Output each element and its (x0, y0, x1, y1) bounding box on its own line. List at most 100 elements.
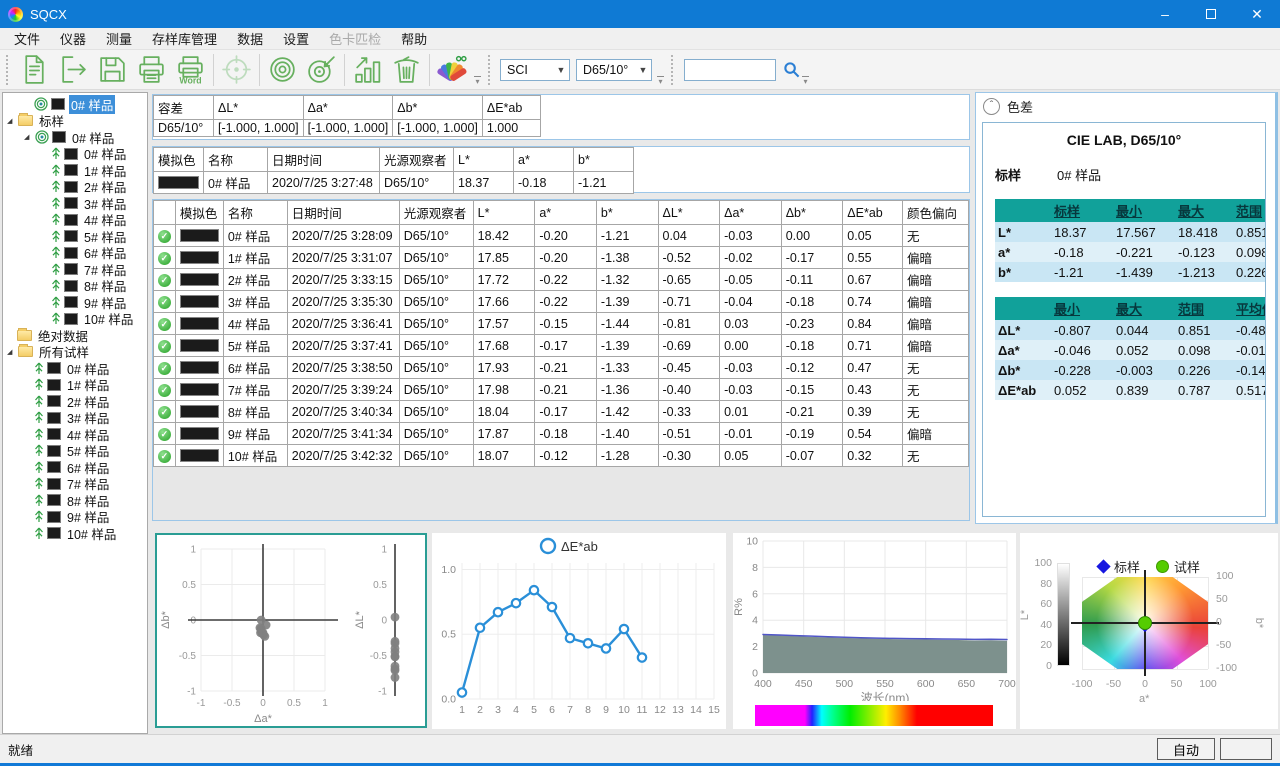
tree-item[interactable]: 8# 样品 (3, 278, 147, 295)
menu-item[interactable]: 帮助 (391, 27, 437, 50)
svg-text:Δb*: Δb* (160, 610, 172, 628)
toolbar: Word ▾ SCI▼ D65/10°▼ ▾ ▾ (0, 50, 1280, 90)
tree-item[interactable]: 0# 样品 (3, 360, 147, 377)
maximize-button[interactable] (1188, 0, 1234, 28)
table-row[interactable]: 0# 样品2020/7/25 3:27:48D65/10°18.37-0.18-… (154, 172, 634, 194)
tree-item[interactable]: 10# 样品 (3, 311, 147, 328)
measure-sample-button[interactable] (302, 51, 341, 88)
measure-standard-button[interactable] (263, 51, 302, 88)
expander-icon[interactable]: ◢ (7, 348, 18, 356)
table-row[interactable]: ✓8# 样品2020/7/25 3:40:34D65/10°18.04-0.17… (154, 401, 969, 423)
table-row[interactable]: D65/10°[-1.000, 1.000][-1.000, 1.000][-1… (154, 120, 541, 137)
tree-item[interactable]: 9# 样品 (3, 294, 147, 311)
table-row[interactable]: ✓10# 样品2020/7/25 3:42:32D65/10°18.07-0.1… (154, 445, 969, 467)
search-icon[interactable] (783, 61, 800, 78)
table-row[interactable]: ✓3# 样品2020/7/25 3:35:30D65/10°17.66-0.22… (154, 291, 969, 313)
table-row[interactable]: ✓6# 样品2020/7/25 3:38:50D65/10°17.93-0.21… (154, 357, 969, 379)
sample-arrow-icon (34, 362, 44, 375)
cell: -0.17 (535, 401, 597, 423)
tree-item[interactable]: 1# 样品 (3, 162, 147, 179)
color-card-match-button[interactable] (433, 51, 472, 88)
table-row[interactable]: ✓4# 样品2020/7/25 3:36:41D65/10°17.57-0.15… (154, 313, 969, 335)
tree-item[interactable]: 5# 样品 (3, 443, 147, 460)
column-header: Δb* (781, 201, 843, 225)
toolbar-separator (213, 54, 214, 86)
toolbar-grip[interactable] (6, 55, 11, 85)
toolbar-overflow-button[interactable]: ▾ (802, 76, 809, 86)
tree-item[interactable]: 7# 样品 (3, 261, 147, 278)
tree-item[interactable]: ◢所有试样 (3, 344, 147, 361)
tree-item[interactable]: 7# 样品 (3, 476, 147, 493)
tree-item[interactable]: 10# 样品 (3, 525, 147, 542)
standard-panel: 模拟色名称日期时间光源观察者L*a*b*0# 样品2020/7/25 3:27:… (152, 146, 970, 193)
table-row[interactable]: ✓1# 样品2020/7/25 3:31:07D65/10°17.85-0.20… (154, 247, 969, 269)
cell: ✓ (154, 335, 176, 357)
menu-item[interactable]: 存样库管理 (142, 27, 227, 50)
column-header: b* (596, 201, 658, 225)
cell: 18.07 (473, 445, 535, 467)
tree-item[interactable]: 9# 样品 (3, 509, 147, 526)
data-chart-button[interactable] (348, 51, 387, 88)
toolbar-overflow-button[interactable]: ▾ (657, 76, 664, 86)
menu-item[interactable]: 色卡匹检 (319, 27, 391, 50)
tree-item[interactable]: 0# 样品 (3, 96, 147, 113)
toolbar-grip[interactable] (488, 55, 493, 85)
print-word-icon: Word (174, 53, 207, 86)
expander-icon[interactable]: ◢ (24, 133, 35, 141)
table-row: b*-1.21-1.439-1.2130.226 (995, 262, 1266, 282)
collapse-panel-button[interactable]: ˆ (983, 98, 1000, 115)
export-button[interactable] (54, 51, 93, 88)
color-swatch (64, 148, 78, 160)
tree-item[interactable]: ◢标样 (3, 113, 147, 130)
tree-item[interactable]: 2# 样品 (3, 393, 147, 410)
illuminant-observer-select[interactable]: D65/10°▼ (576, 59, 652, 81)
cell: D65/10° (399, 357, 473, 379)
tree-item[interactable]: 3# 样品 (3, 195, 147, 212)
menu-bar: 文件仪器测量存样库管理数据设置色卡匹检帮助 (0, 28, 1280, 50)
save-button[interactable] (93, 51, 132, 88)
print-button[interactable] (132, 51, 171, 88)
tree-item[interactable]: 6# 样品 (3, 245, 147, 262)
tree-item[interactable]: ◢0# 样品 (3, 129, 147, 146)
standard-target-icon (34, 97, 48, 111)
axis-tick: -100 (1068, 678, 1096, 690)
tree-item[interactable]: 4# 样品 (3, 212, 147, 229)
menu-item[interactable]: 数据 (227, 27, 273, 50)
export-icon (57, 53, 90, 86)
measurement-mode-select[interactable]: SCI▼ (500, 59, 570, 81)
cell: 0.74 (843, 291, 903, 313)
blank-button[interactable] (1220, 738, 1272, 760)
axis-tick: -50 (1100, 678, 1128, 690)
table-row[interactable]: ✓2# 样品2020/7/25 3:33:15D65/10°17.72-0.22… (154, 269, 969, 291)
minimize-button[interactable]: – (1142, 0, 1188, 28)
tree-item[interactable]: 3# 样品 (3, 410, 147, 427)
sample-arrow-icon (51, 230, 61, 243)
chevron-down-icon: ▼ (553, 65, 569, 75)
search-input[interactable] (684, 59, 776, 81)
menu-item[interactable]: 设置 (273, 27, 319, 50)
toolbar-overflow-button[interactable]: ▾ (474, 76, 481, 86)
table-row[interactable]: ✓0# 样品2020/7/25 3:28:09D65/10°18.42-0.20… (154, 225, 969, 247)
tree-item[interactable]: 0# 样品 (3, 146, 147, 163)
cell (175, 313, 223, 335)
tree-item[interactable]: 2# 样品 (3, 179, 147, 196)
tree-item[interactable]: 1# 样品 (3, 377, 147, 394)
menu-item[interactable]: 测量 (96, 27, 142, 50)
auto-button[interactable]: 自动 (1157, 738, 1215, 760)
new-document-button[interactable] (15, 51, 54, 88)
menu-item[interactable]: 文件 (4, 27, 50, 50)
tree-item[interactable]: 绝对数据 (3, 327, 147, 344)
menu-item[interactable]: 仪器 (50, 27, 96, 50)
table-row[interactable]: ✓5# 样品2020/7/25 3:37:41D65/10°17.68-0.17… (154, 335, 969, 357)
close-button[interactable]: ✕ (1234, 0, 1280, 28)
table-row[interactable]: ✓7# 样品2020/7/25 3:39:24D65/10°17.98-0.21… (154, 379, 969, 401)
tree-item[interactable]: 5# 样品 (3, 228, 147, 245)
tree-item[interactable]: 4# 样品 (3, 426, 147, 443)
tree-item[interactable]: 6# 样品 (3, 459, 147, 476)
print-word-button[interactable]: Word (171, 51, 210, 88)
expander-icon[interactable]: ◢ (7, 117, 18, 125)
toolbar-grip[interactable] (671, 55, 676, 85)
table-row[interactable]: ✓9# 样品2020/7/25 3:41:34D65/10°17.87-0.18… (154, 423, 969, 445)
tree-item[interactable]: 8# 样品 (3, 492, 147, 509)
delete-button[interactable] (387, 51, 426, 88)
